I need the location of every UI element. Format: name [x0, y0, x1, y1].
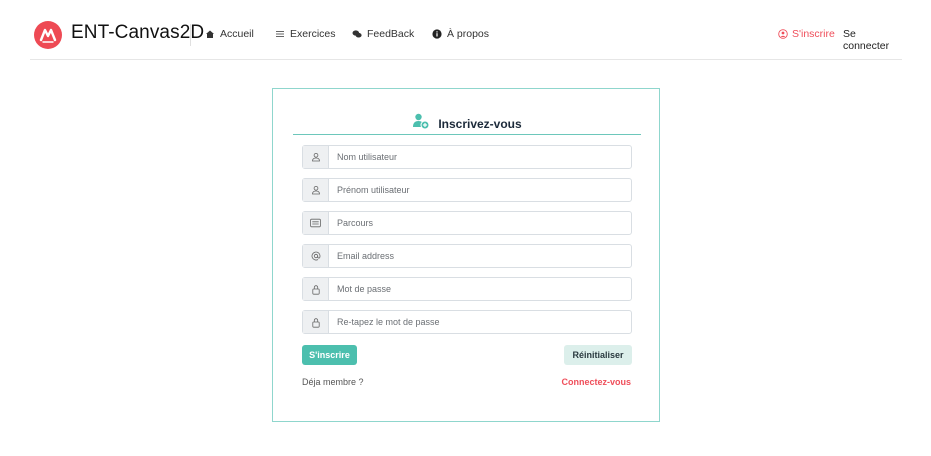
password-input[interactable] [329, 278, 631, 300]
nav-item-label: À propos [447, 28, 490, 40]
nav-item-feedback[interactable]: FeedBack [352, 28, 414, 40]
reset-button[interactable]: Réinitialiser [564, 345, 632, 365]
password-confirm-field [302, 310, 632, 334]
password-field [302, 277, 632, 301]
user-plus-icon [413, 113, 430, 130]
prenom-input[interactable] [329, 179, 631, 201]
signup-label: S'inscrire [792, 28, 835, 40]
parcours-input[interactable] [329, 212, 631, 234]
nav-item-apropos[interactable]: À propos [432, 28, 489, 40]
lock-icon [303, 311, 329, 333]
signup-submit-button[interactable]: S'inscrire [302, 345, 357, 365]
top-navbar: ENT-Canvas2D Accueil Exercices FeedBack … [30, 0, 902, 60]
parcours-field [302, 211, 632, 235]
nom-input[interactable] [329, 146, 631, 168]
login-label: Se connecter [843, 28, 890, 52]
nav-item-label: Exercices [290, 28, 336, 40]
user-circle-icon [778, 29, 788, 39]
card-icon [303, 212, 329, 234]
prenom-field [302, 178, 632, 202]
at-icon [303, 245, 329, 267]
form-title: Inscrivez-vous [438, 117, 522, 131]
nom-field [302, 145, 632, 169]
nav-login-link[interactable]: Se connecter [843, 28, 902, 52]
info-icon [432, 29, 442, 39]
user-icon [303, 146, 329, 168]
nav-item-label: FeedBack [367, 28, 415, 40]
connect-link[interactable]: Connectez-vous [561, 377, 631, 387]
list-icon [276, 31, 284, 37]
nav-signup-link[interactable]: S'inscrire [778, 28, 835, 40]
signup-card: Inscrivez-vous S' [272, 88, 660, 422]
home-icon [206, 30, 214, 38]
nav-item-label: Accueil [220, 28, 254, 40]
card-title: Inscrivez-vous [293, 113, 641, 133]
user-icon [303, 179, 329, 201]
brand-logo-icon[interactable] [34, 21, 62, 49]
nav-item-accueil[interactable]: Accueil [205, 28, 254, 40]
email-field [302, 244, 632, 268]
card-header: Inscrivez-vous [293, 109, 641, 135]
comments-icon [352, 30, 362, 38]
brand-name[interactable]: ENT-Canvas2D [71, 22, 204, 44]
nav-divider [190, 24, 191, 46]
password-confirm-input[interactable] [329, 311, 631, 333]
nav-item-exercices[interactable]: Exercices [275, 28, 336, 40]
member-text: Déja membre ? [302, 377, 364, 387]
lock-icon [303, 278, 329, 300]
email-input[interactable] [329, 245, 631, 267]
